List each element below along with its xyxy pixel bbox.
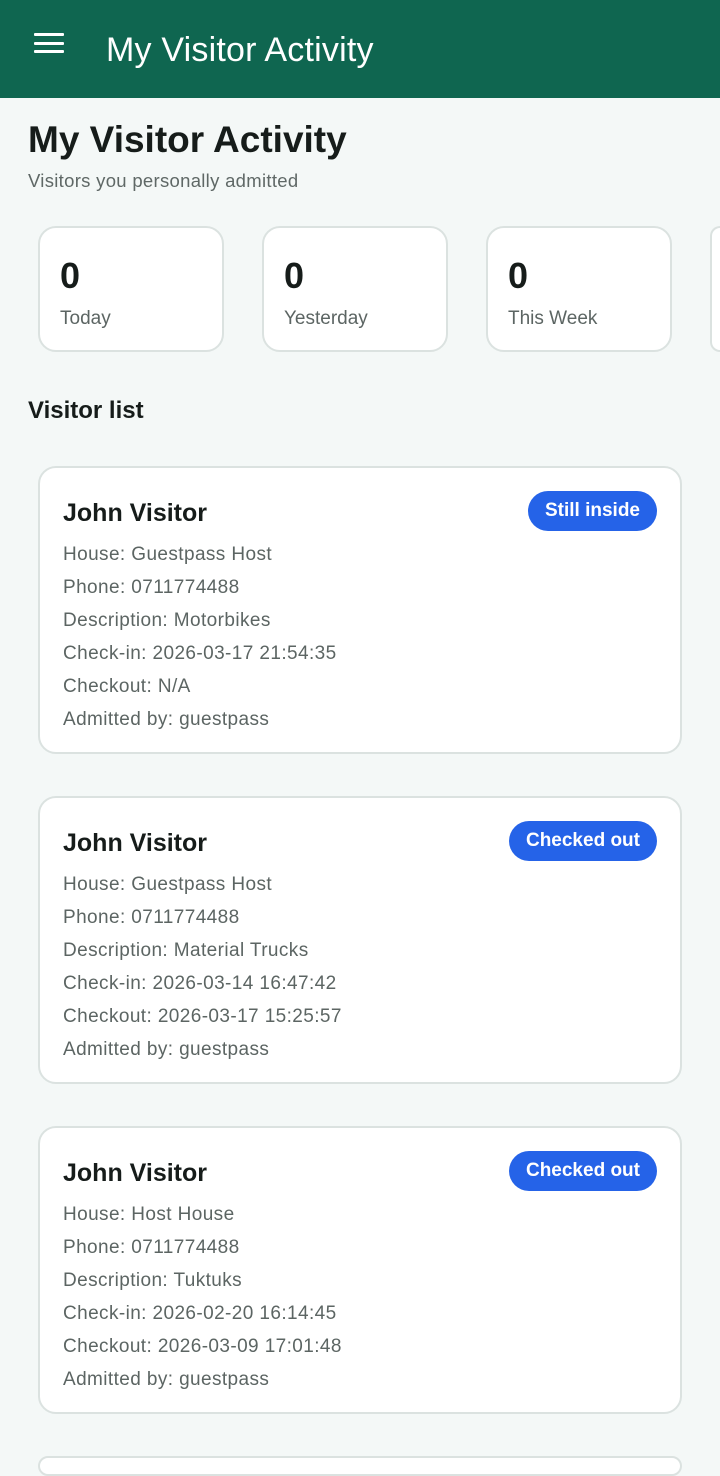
visitor-description: Description: Motorbikes (63, 610, 271, 631)
visitor-card[interactable]: John Visitor Checked out House: Host Hou… (38, 1126, 682, 1414)
visitor-card-partial[interactable] (38, 1456, 682, 1476)
visitor-house: House: Guestpass Host (63, 544, 273, 565)
page-title: My Visitor Activity (28, 119, 347, 160)
stat-value: 0 (60, 255, 81, 296)
visitor-name: John Visitor (63, 1159, 208, 1187)
hamburger-menu-icon[interactable] (32, 30, 66, 56)
visitor-checkin: Check-in: 2026-03-14 16:47:42 (63, 973, 337, 994)
visitor-checkin: Check-in: 2026-02-20 16:14:45 (63, 1303, 337, 1324)
status-badge: Still inside (527, 491, 657, 531)
visitor-phone: Phone: 0711774488 (63, 577, 240, 598)
stat-card-partial[interactable] (710, 226, 720, 352)
visitor-checkout: Checkout: N/A (63, 676, 191, 697)
stat-value: 0 (284, 255, 305, 296)
stat-card-yesterday[interactable]: 0 Yesterday (262, 226, 448, 352)
status-badge: Checked out (508, 1151, 657, 1191)
visitor-checkin: Check-in: 2026-03-17 21:54:35 (63, 643, 337, 664)
stat-label: Today (60, 308, 111, 329)
stat-value: 0 (508, 255, 529, 296)
visitor-card[interactable]: John Visitor Checked out House: Guestpas… (38, 796, 682, 1084)
visitor-checkout: Checkout: 2026-03-09 17:01:48 (63, 1336, 342, 1357)
visitor-name: John Visitor (63, 499, 208, 527)
app-bar-title: My Visitor Activity (106, 31, 374, 69)
visitor-checkout: Checkout: 2026-03-17 15:25:57 (63, 1006, 342, 1027)
stat-label: This Week (508, 308, 598, 329)
status-badge: Checked out (508, 821, 657, 861)
stat-card-this-week[interactable]: 0 This Week (486, 226, 672, 352)
stat-card-today[interactable]: 0 Today (38, 226, 224, 352)
visitor-description: Description: Tuktuks (63, 1270, 243, 1291)
visitor-admitted-by: Admitted by: guestpass (63, 1369, 270, 1390)
visitor-card[interactable]: John Visitor Still inside House: Guestpa… (38, 466, 682, 754)
visitor-description: Description: Material Trucks (63, 940, 309, 961)
visitor-name: John Visitor (63, 829, 208, 857)
stat-label: Yesterday (284, 308, 368, 329)
visitor-phone: Phone: 0711774488 (63, 1237, 240, 1258)
page-subtitle: Visitors you personally admitted (28, 170, 299, 191)
visitor-house: House: Guestpass Host (63, 874, 273, 895)
visitor-list-title: Visitor list (28, 397, 144, 424)
visitor-phone: Phone: 0711774488 (63, 907, 240, 928)
app-bar: My Visitor Activity (0, 0, 720, 98)
visitor-house: House: Host House (63, 1204, 235, 1225)
visitor-admitted-by: Admitted by: guestpass (63, 709, 270, 730)
visitor-admitted-by: Admitted by: guestpass (63, 1039, 270, 1060)
